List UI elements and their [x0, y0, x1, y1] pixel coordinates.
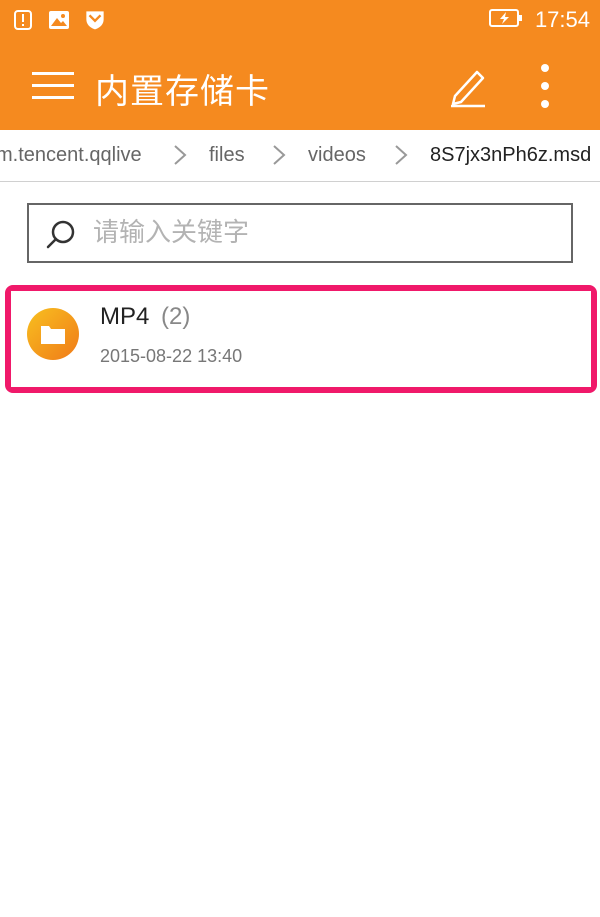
app-bar: 内置存储卡	[0, 42, 600, 130]
file-date: 2015-08-22 13:40	[100, 346, 243, 366]
file-count: (2)	[161, 303, 191, 330]
chevron-right-icon	[395, 145, 408, 165]
alert-notification-icon	[12, 8, 34, 32]
edit-icon[interactable]	[445, 64, 489, 108]
search-box[interactable]	[27, 203, 573, 263]
shield-notification-icon	[84, 8, 106, 32]
chevron-right-icon	[273, 145, 286, 165]
search-icon	[46, 220, 75, 249]
status-bar: 17:54	[0, 0, 600, 42]
page-title: 内置存储卡	[95, 72, 270, 112]
breadcrumb-item[interactable]: files	[209, 144, 245, 167]
breadcrumb-current[interactable]: 8S7jx3nPh6z.msd	[430, 144, 591, 167]
file-name: MP4	[100, 303, 150, 330]
search-input[interactable]	[93, 213, 553, 253]
folder-icon	[26, 307, 80, 361]
list-item[interactable]: MP4 (2) 2015-08-22 13:40	[11, 291, 591, 387]
notification-icons	[12, 8, 106, 32]
image-notification-icon	[48, 8, 70, 32]
menu-icon[interactable]	[30, 66, 76, 106]
breadcrumb-item[interactable]: m.tencent.qqlive	[0, 144, 142, 167]
breadcrumb-item[interactable]: videos	[308, 144, 366, 167]
clock: 17:54	[534, 7, 590, 32]
more-vert-icon[interactable]	[530, 62, 560, 110]
chevron-right-icon	[174, 145, 187, 165]
battery-charging-icon	[488, 8, 523, 32]
breadcrumb: m.tencent.qqlive files videos 8S7jx3nPh6…	[0, 130, 600, 182]
